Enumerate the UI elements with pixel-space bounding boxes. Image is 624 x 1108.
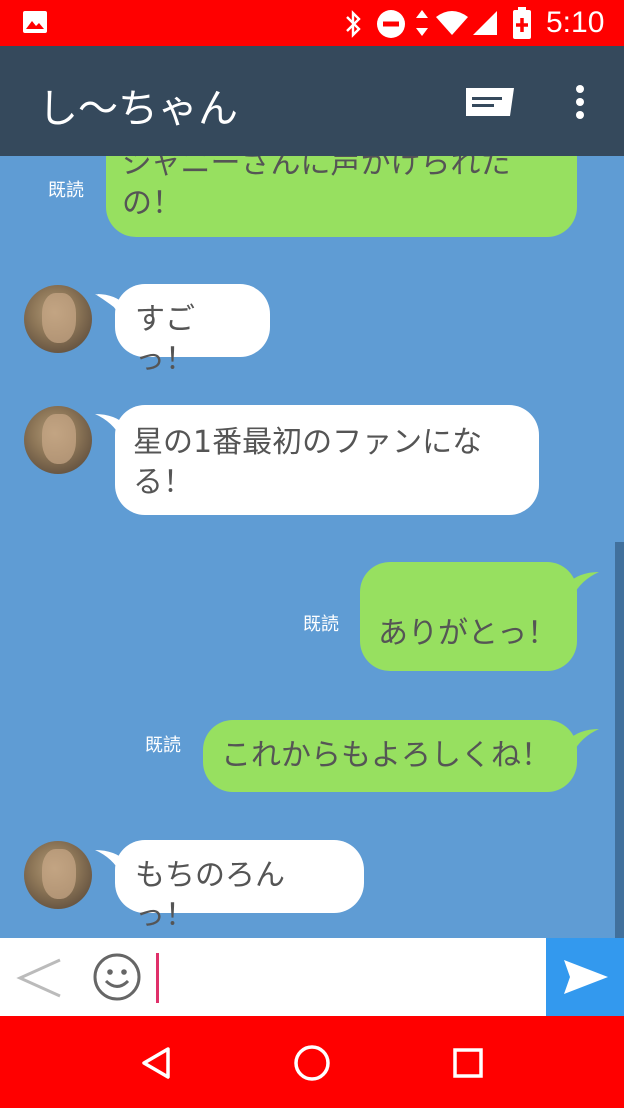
nav-back-icon[interactable] xyxy=(140,1046,172,1080)
nav-home-icon[interactable] xyxy=(292,1043,332,1083)
outgoing-message[interactable]: ジャニーさんに声かけられたの！ xyxy=(106,156,577,237)
scrollbar[interactable] xyxy=(615,542,624,938)
message-text: すごっ！ xyxy=(135,302,195,377)
outgoing-message[interactable]: これからもよろしくね！ xyxy=(203,720,577,792)
status-bar: 5:10 xyxy=(0,0,624,46)
navigation-bar xyxy=(0,1016,624,1108)
send-button[interactable] xyxy=(546,938,624,1016)
wifi-icon xyxy=(436,11,468,35)
emoji-icon[interactable] xyxy=(92,952,142,1002)
chat-area[interactable]: 既読 ジャニーさんに声かけられたの！ すごっ！ 星の1番最初のファンになる！ 既… xyxy=(0,156,624,938)
more-vert-icon[interactable] xyxy=(572,84,588,120)
read-receipt: 既読 xyxy=(303,614,339,635)
read-receipt: 既読 xyxy=(145,735,181,756)
nav-recents-icon[interactable] xyxy=(452,1047,484,1079)
incoming-message[interactable]: 星の1番最初のファンになる！ xyxy=(115,405,539,515)
app-bar: し〜ちゃん xyxy=(0,46,624,156)
message-input-bar xyxy=(0,938,624,1016)
dnd-icon xyxy=(377,10,405,38)
message-text: ありがとっ！ xyxy=(378,616,558,651)
chat-title: し〜ちゃん xyxy=(38,86,238,132)
bluetooth-icon xyxy=(346,10,361,38)
outgoing-message[interactable]: ありがとっ！ xyxy=(360,562,577,671)
message-text: これからもよろしくね！ xyxy=(221,738,551,773)
read-receipt: 既読 xyxy=(48,180,84,201)
back-chevron-icon[interactable] xyxy=(16,956,62,1000)
message-icon[interactable] xyxy=(464,86,516,118)
data-arrows-icon xyxy=(416,10,428,36)
image-icon xyxy=(23,11,47,33)
avatar[interactable] xyxy=(24,406,92,474)
signal-icon xyxy=(473,11,497,35)
incoming-message[interactable]: もちのろんっ！ xyxy=(115,840,364,933)
message-input[interactable] xyxy=(156,950,536,1004)
battery-icon xyxy=(513,7,531,39)
message-text: 星の1番最初のファンになる！ xyxy=(133,425,483,500)
status-time: 5:10 xyxy=(546,6,605,39)
incoming-message[interactable]: すごっ！ xyxy=(115,284,270,377)
text-cursor xyxy=(156,953,159,1003)
message-text: ジャニーさんに声かけられたの！ xyxy=(122,156,511,221)
avatar[interactable] xyxy=(24,285,92,353)
send-icon xyxy=(564,960,608,994)
message-text: もちのろんっ！ xyxy=(135,858,285,933)
avatar[interactable] xyxy=(24,841,92,909)
